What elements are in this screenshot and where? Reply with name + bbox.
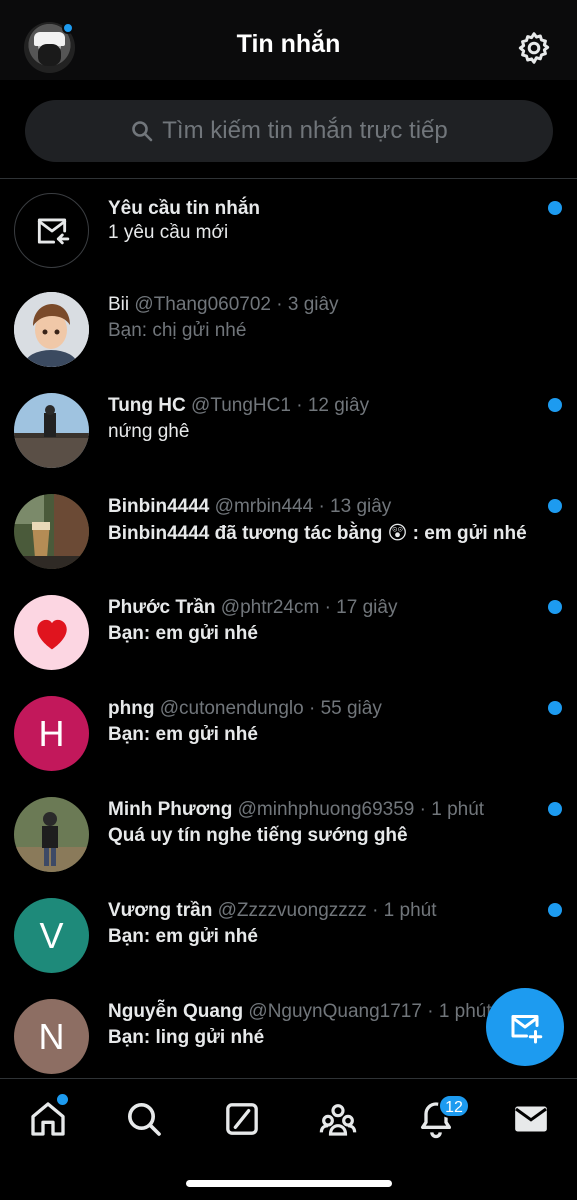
conversation-row[interactable]: Phước Trần @phtr24cm · 17 giây Bạn: em g… [0,586,577,686]
unread-dot [548,903,562,917]
avatar [14,393,89,468]
search-input[interactable]: Tìm kiếm tin nhắn trực tiếp [25,100,553,162]
sender-name: Binbin4444 [108,496,210,517]
timestamp: · 1 phút [427,1001,492,1022]
message-preview: Bạn: chị gửi nhé [108,320,247,341]
sender-handle: @mrbin444 [214,496,314,517]
divider [0,178,577,179]
conversation-row[interactable]: H phng @cutonendunglo · 55 giây Bạn: em … [0,687,577,787]
messages-icon[interactable] [511,1099,551,1139]
sender-handle: @Zzzzvuongzzzz [217,900,367,921]
sender-name: Phước Trần [108,597,216,618]
avatar: N [14,999,89,1074]
search-icon [132,121,153,142]
new-message-button[interactable] [486,988,564,1066]
conversation-row[interactable]: V Vương trần @Zzzzvuongzzzz · 1 phút Bạn… [0,889,577,989]
unread-dot [548,600,562,614]
message-request-icon [14,193,89,268]
sender-name: Vương trần [108,900,213,921]
timestamp: · 17 giây [324,597,398,618]
timestamp: · 55 giây [308,698,382,719]
message-preview: Bạn: ling gửi nhé [108,1027,265,1048]
avatar-letter: H [38,712,65,754]
notifications-badge: 12 [438,1094,470,1118]
message-preview: Binbin4444 đã tương tác bằng 😲 : em gửi … [108,523,527,544]
communities-icon[interactable] [318,1099,358,1139]
avatar [14,292,89,367]
avatar-letter: N [38,1015,65,1057]
avatar [14,595,89,670]
sender-handle: @Thang060702 [134,294,271,315]
conversation-row[interactable]: Minh Phương @minhphuong69359 · 1 phút Qu… [0,788,577,888]
unread-dot [548,398,562,412]
unread-dot [548,802,562,816]
timestamp: · 3 giây [276,294,339,315]
timestamp: · 1 phút [419,799,485,820]
avatar-letter: V [39,914,64,956]
unread-dot [548,499,562,513]
gear-icon[interactable] [516,30,552,66]
home-notification-dot [57,1094,68,1105]
sender-handle: @phtr24cm [220,597,320,618]
conversation-row[interactable]: Bii @Thang060702 · 3 giây Bạn: chị gửi n… [0,283,577,383]
avatar [14,797,89,872]
message-preview: Quá uy tín nghe tiếng sướng ghê [108,825,408,846]
unread-dot [548,201,562,215]
message-preview: Bạn: em gửi nhé [108,724,258,745]
compose-message-icon [511,1015,543,1044]
sender-handle: @minhphuong69359 [237,799,415,820]
message-preview: Bạn: em gửi nhé [108,623,258,644]
sender-name: Tung HC [108,395,186,416]
avatar [14,494,89,569]
unread-dot [548,701,562,715]
sender-name: phng [108,698,155,719]
message-preview: Bạn: em gửi nhé [108,926,258,947]
page-title: Tin nhắn [236,30,341,58]
timestamp: · 12 giây [296,395,370,416]
search-placeholder: Tìm kiếm tin nhắn trực tiếp [162,117,448,144]
request-subtitle: 1 yêu cầu mới [108,222,229,243]
home-indicator [186,1180,392,1187]
timestamp: · 13 giây [318,496,392,517]
sender-name: Minh Phương [108,799,233,820]
timestamp: · 1 phút [372,900,437,921]
search-icon[interactable] [124,1099,164,1139]
sender-name: Nguyễn Quang [108,1001,244,1022]
sender-handle: @TungHC1 [191,395,291,416]
message-requests-row[interactable]: Yêu cầu tin nhắn 1 yêu cầu mới [0,182,577,282]
request-title: Yêu cầu tin nhắn [108,198,261,219]
conversation-row[interactable]: Binbin4444 @mrbin444 · 13 giây Binbin444… [0,485,577,585]
sender-handle: @NguynQuang1717 [248,1001,422,1022]
avatar: V [14,898,89,973]
message-preview: nứng ghê [108,421,190,442]
grok-icon[interactable] [222,1099,262,1139]
avatar: H [14,696,89,771]
sender-name: Bii [108,294,130,315]
sender-handle: @cutonendunglo [159,698,304,719]
heart-icon [36,619,67,649]
top-bar: Tin nhắn [0,0,577,80]
home-icon[interactable] [28,1099,68,1139]
conversation-row[interactable]: Tung HC @TungHC1 · 12 giây nứng ghê [0,384,577,484]
